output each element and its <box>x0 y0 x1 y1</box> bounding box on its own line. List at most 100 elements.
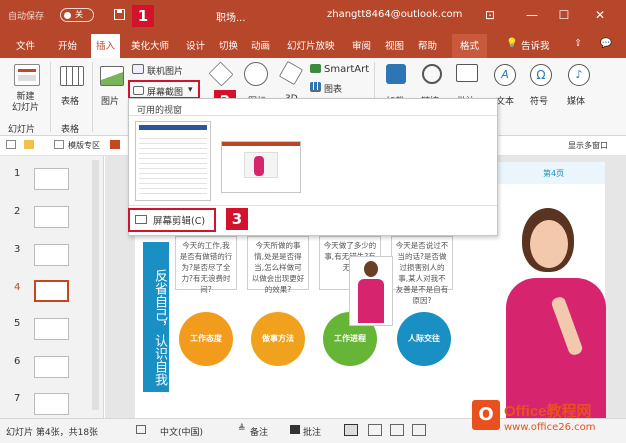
slide-number: 5 <box>14 318 21 329</box>
divider <box>129 115 497 116</box>
notes-button[interactable]: 备注 <box>250 425 268 438</box>
tab-format[interactable]: 格式 <box>452 34 488 58</box>
tab-home[interactable]: 开始 <box>58 38 77 52</box>
slide-number: 7 <box>14 393 21 404</box>
chart-button[interactable]: 图表 <box>324 82 342 95</box>
slide-thumbnail[interactable] <box>34 318 69 340</box>
media-icon: ♪ <box>568 64 590 86</box>
language-indicator[interactable]: 中文(中国) <box>160 425 203 438</box>
tab-help[interactable]: 帮助 <box>418 38 437 52</box>
tell-me-search[interactable]: 告诉我 <box>521 38 550 52</box>
online-picture-button[interactable]: 联机图片 <box>147 64 183 77</box>
watermark-logo: O Office教程网 www.office26.com <box>468 396 626 443</box>
title-bar: 自动保存 关 职场... zhangtt8464@outlook.com ⊡ —… <box>0 0 626 32</box>
template-icon <box>54 140 64 149</box>
lightbulb-icon: 💡 <box>506 38 518 49</box>
divider <box>129 205 497 206</box>
icons-icon <box>244 62 268 86</box>
table-button[interactable]: 表格 <box>61 94 79 107</box>
slide-thumbnail[interactable] <box>34 206 69 228</box>
smartart-button[interactable]: SmartArt <box>324 64 369 75</box>
comment-icon[interactable]: 💬 <box>600 38 612 49</box>
slide-thumbnail[interactable] <box>34 393 69 415</box>
slide-number: 6 <box>14 356 21 367</box>
maximize-icon[interactable]: ☐ <box>556 7 572 23</box>
ppt-icon <box>110 140 120 149</box>
slide-thumbnail-panel: 1 2 3 4 5 6 7 <box>0 156 104 418</box>
tab-transitions[interactable]: 切换 <box>219 38 238 52</box>
scrollbar[interactable] <box>92 160 99 410</box>
tab-design[interactable]: 设计 <box>186 38 205 52</box>
ribbon-tabs: 文件 开始 插入 美化大师 设计 切换 动画 幻灯片放映 审阅 视图 帮助 格式… <box>0 32 626 58</box>
omega-icon: Ω <box>530 64 552 86</box>
topic-circle: 做事方法 <box>251 312 305 366</box>
picture-button[interactable]: 图片 <box>101 94 119 107</box>
topic-circle: 工作态度 <box>179 312 233 366</box>
shapes-icon <box>208 61 234 87</box>
online-picture-icon <box>132 64 144 74</box>
smartart-icon <box>310 64 321 73</box>
topic-circle: 人际交往 <box>397 312 451 366</box>
reading-view-icon[interactable] <box>390 424 404 436</box>
slide-number-selected: 4 <box>14 282 21 293</box>
group-divider <box>92 62 93 132</box>
share-icon[interactable]: ⇪ <box>574 38 582 49</box>
page-label: 第4页 <box>543 169 565 178</box>
symbol-button[interactable]: 符号 <box>530 94 548 107</box>
multi-window-button[interactable]: 显示多窗口 <box>568 140 608 151</box>
question-bubble: 今天是否说过不当的话?是否做过损害别人的事,某人对我不友善是不是自有原因? <box>391 236 453 305</box>
group-divider <box>50 62 51 132</box>
save-icon[interactable] <box>114 9 125 20</box>
tab-beautify[interactable]: 美化大师 <box>131 38 169 52</box>
watermark-brand: Office教程网 <box>504 403 592 420</box>
cube-3d-icon <box>278 60 304 86</box>
annotation-badge-1: 1 <box>132 5 154 27</box>
close-icon[interactable]: ✕ <box>592 7 608 23</box>
woman-photo <box>470 206 626 418</box>
new-slide-button[interactable]: 新建 幻灯片 <box>12 92 39 114</box>
tab-insert[interactable]: 插入 <box>91 34 121 58</box>
slideshow-icon[interactable] <box>412 424 426 436</box>
normal-view-icon[interactable] <box>344 424 358 436</box>
document-title: 职场... <box>216 13 246 24</box>
comments-button[interactable]: 批注 <box>303 425 321 438</box>
text-button[interactable]: 文本 <box>496 94 514 107</box>
tab-view[interactable]: 视图 <box>385 38 404 52</box>
slides-group-label: 幻灯片 <box>8 125 36 135</box>
template-tab[interactable]: 模版专区 <box>68 140 100 151</box>
slide-number: 1 <box>14 168 21 179</box>
tab-slideshow[interactable]: 幻灯片放映 <box>287 38 335 52</box>
tab-animations[interactable]: 动画 <box>251 38 270 52</box>
slide-thumbnail[interactable] <box>34 356 69 378</box>
ribbon-display-icon[interactable]: ⊡ <box>482 7 498 23</box>
watermark-url: www.office26.com <box>504 422 596 433</box>
slide-number: 2 <box>14 206 21 217</box>
picture-icon <box>100 66 124 86</box>
account-email[interactable]: zhangtt8464@outlook.com <box>327 9 462 20</box>
slide-thumbnail[interactable] <box>34 244 69 266</box>
slide-count: 幻灯片 第4张，共18张 <box>6 428 99 438</box>
window-thumbnail-2[interactable] <box>221 141 301 193</box>
media-button[interactable]: 媒体 <box>567 94 585 107</box>
slide-thumbnail-selected[interactable] <box>34 280 69 302</box>
annotation-badge-3: 3 <box>226 208 248 230</box>
minimize-icon[interactable]: — <box>524 7 540 23</box>
table-icon <box>60 66 84 86</box>
addins-icon <box>386 64 406 84</box>
folder-icon[interactable] <box>24 140 34 149</box>
notes-icon: ≜ <box>238 424 246 434</box>
slide-person-image <box>349 256 393 326</box>
autosave-toggle[interactable]: 关 <box>60 8 94 22</box>
slide-sorter-icon[interactable] <box>368 424 382 436</box>
chart-icon <box>310 82 321 92</box>
text-icon: A <box>494 64 516 86</box>
tab-file[interactable]: 文件 <box>16 38 35 52</box>
comments-icon <box>290 425 300 434</box>
annotation-box-3 <box>128 208 216 232</box>
spellcheck-icon[interactable] <box>136 425 146 434</box>
office-logo-icon: O <box>472 400 500 430</box>
slide-thumbnail[interactable] <box>34 168 69 190</box>
tab-review[interactable]: 审阅 <box>352 38 371 52</box>
home-icon[interactable] <box>6 140 16 149</box>
window-thumbnail-1[interactable] <box>135 121 211 201</box>
